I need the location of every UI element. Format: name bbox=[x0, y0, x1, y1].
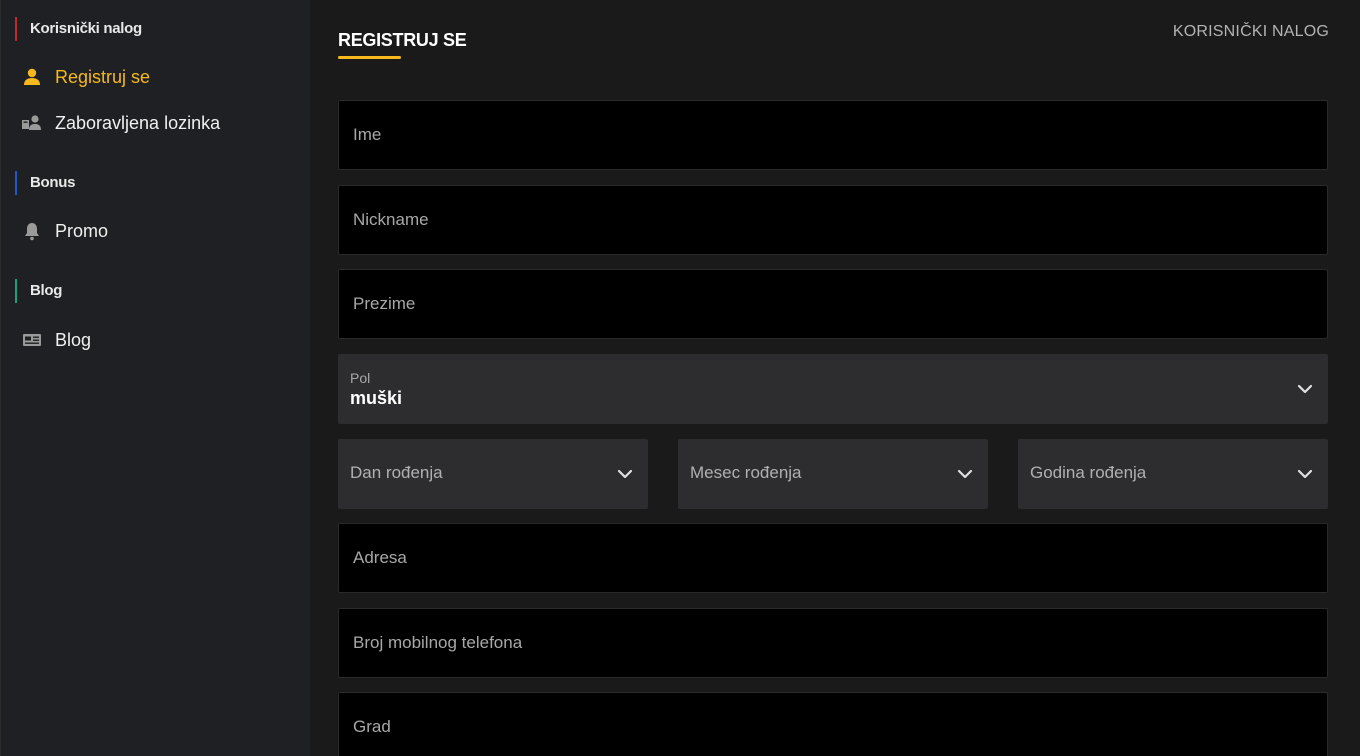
chevron-down-icon bbox=[1296, 380, 1314, 398]
sidebar-section-blog: Blog bbox=[15, 279, 62, 303]
chevron-down-icon bbox=[956, 465, 974, 483]
gender-value: muški bbox=[350, 388, 403, 408]
sidebar-item-promo[interactable]: Promo bbox=[21, 217, 108, 245]
sidebar-item-blog[interactable]: Blog bbox=[21, 326, 91, 354]
birth-day-placeholder: Dan rođenja bbox=[350, 463, 443, 482]
gender-select[interactable]: Pol muški bbox=[338, 354, 1328, 424]
sidebar-item-label: Blog bbox=[55, 329, 92, 350]
nickname-field bbox=[338, 185, 1328, 255]
main-content: REGISTRUJ SE KORISNIČKI NALOG Pol muški … bbox=[310, 0, 1360, 756]
city-input[interactable] bbox=[339, 693, 1327, 756]
sidebar: Korisnički nalog Registruj se Zaboravlje… bbox=[0, 0, 310, 756]
birth-month-select[interactable]: Mesec rođenja bbox=[678, 439, 988, 509]
first-name-input[interactable] bbox=[339, 101, 1327, 169]
title-underline bbox=[338, 56, 401, 59]
sidebar-item-register[interactable]: Registruj se bbox=[21, 63, 150, 91]
address-input[interactable] bbox=[339, 524, 1327, 592]
sidebar-section-account: Korisnički nalog bbox=[15, 17, 142, 41]
nickname-input[interactable] bbox=[339, 186, 1327, 254]
app-root: Korisnički nalog Registruj se Zaboravlje… bbox=[0, 0, 1360, 756]
birth-year-select[interactable]: Godina rođenja bbox=[1018, 439, 1328, 509]
sidebar-item-forgot-password[interactable]: Zaboravljena lozinka bbox=[21, 109, 220, 137]
sidebar-item-label: Registruj se bbox=[55, 66, 151, 87]
phone-input[interactable] bbox=[339, 609, 1327, 677]
address-field bbox=[338, 523, 1328, 593]
chevron-down-icon bbox=[1296, 465, 1314, 483]
users-icon bbox=[21, 112, 43, 134]
birth-year-placeholder: Godina rođenja bbox=[1030, 463, 1147, 482]
last-name-field bbox=[338, 269, 1328, 339]
last-name-input[interactable] bbox=[339, 270, 1327, 338]
chevron-down-icon bbox=[616, 465, 634, 483]
phone-field bbox=[338, 608, 1328, 678]
page-title: REGISTRUJ SE bbox=[338, 30, 467, 50]
sidebar-section-bonus: Bonus bbox=[15, 171, 75, 195]
user-icon bbox=[21, 66, 43, 88]
newspaper-icon bbox=[21, 329, 43, 351]
gender-label: Pol bbox=[350, 370, 371, 386]
city-field bbox=[338, 692, 1328, 756]
sidebar-item-label: Promo bbox=[55, 220, 109, 241]
birth-day-select[interactable]: Dan rođenja bbox=[338, 439, 648, 509]
sidebar-item-label: Zaboravljena lozinka bbox=[55, 112, 221, 133]
first-name-field bbox=[338, 100, 1328, 170]
bell-icon bbox=[21, 220, 43, 242]
birth-month-placeholder: Mesec rođenja bbox=[690, 463, 802, 482]
breadcrumb[interactable]: KORISNIČKI NALOG bbox=[1173, 23, 1329, 41]
